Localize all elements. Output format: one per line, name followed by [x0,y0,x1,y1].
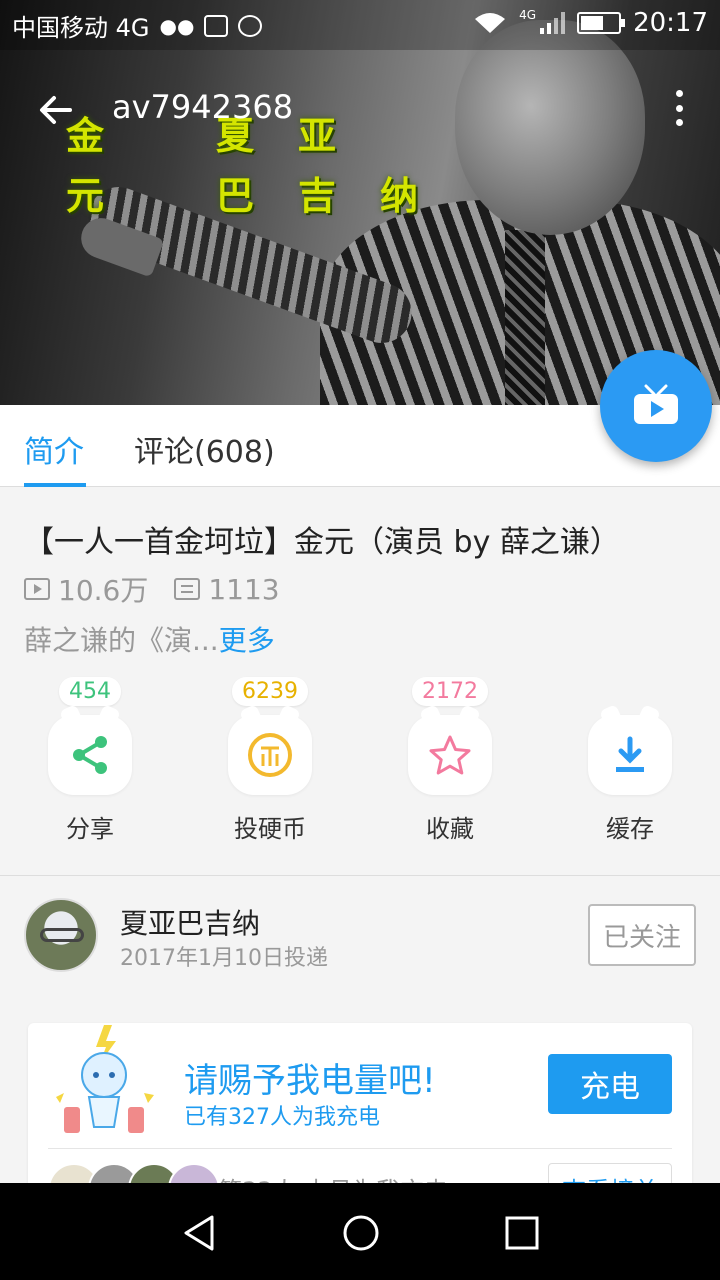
video-av-id: av7942368 [112,88,294,126]
share-action[interactable]: 454 分享 [45,677,135,857]
share-label: 分享 [66,815,114,843]
avatar-glasses [40,928,84,942]
share-count: 454 [59,677,121,706]
nav-recent-apps-icon[interactable] [502,1213,542,1253]
mascot-icon [56,1025,154,1133]
uploader-avatar[interactable] [24,898,98,972]
wifi-icon [475,13,506,33]
system-navigation-bar [0,1183,720,1280]
video-toolbar: av7942368 [0,80,720,140]
uploader-name[interactable]: 夏亚巴吉纳 [120,902,260,942]
signal-icon [540,12,566,34]
favorite-button[interactable] [408,715,492,795]
uploader-section: 夏亚巴吉纳 2017年1月10日投递 已关注 [0,875,720,1005]
divider [48,1148,672,1149]
status-bar: 中国移动 4G ●● 4G 20:17 [0,0,720,50]
tab-intro[interactable]: 简介 [24,427,84,471]
cache-label: 缓存 [606,815,654,843]
action-row: 454 分享 6239 投硬币 2172 收藏 缓存 [0,677,720,857]
charge-card: 请赐予我电量吧! 已有327人为我充电 充电 第33人 本月为我充电 查看榜单 [28,1023,692,1203]
share-icon [73,736,107,774]
video-stats: 10.6万 1113 [24,569,280,609]
video-info: 【一人一首金坷垃】金元（演员 by 薛之谦） 10.6万 1113 薛之谦的《演… [0,487,720,875]
cache-button[interactable] [588,715,672,795]
danmaku-icon [174,578,201,600]
favorite-action[interactable]: 2172 收藏 [405,677,495,857]
share-button[interactable] [48,715,132,795]
favorite-count: 2172 [412,677,488,706]
danmaku-count: 1113 [208,572,280,606]
coin-count: 6239 [232,677,308,706]
tab-comments[interactable]: 评论(608) [134,427,275,471]
gallery-icon [204,14,229,37]
blocked-icon [238,14,263,37]
download-icon [616,736,644,772]
view-count: 10.6万 [58,574,149,607]
carrier-label: 中国移动 4G [12,14,150,42]
description-text: 薛之谦的《演... [24,624,219,657]
clock: 20:17 [633,8,708,38]
more-link[interactable]: 更多 [219,624,275,657]
favorite-label: 收藏 [426,815,474,843]
back-arrow-icon[interactable] [34,88,78,132]
video-description: 薛之谦的《演...更多 [24,619,275,659]
wechat-icon: ●● [159,13,195,38]
more-options-icon[interactable] [674,90,684,126]
coin-action[interactable]: 6239 投硬币 [225,677,315,857]
overlay-char: 纳 [380,174,419,218]
network-badge: 4G [519,8,537,22]
battery-icon [577,12,626,34]
video-player[interactable]: 金 元 夏 巴 亚 吉 纳 中国移动 4G ●● 4G 20:17 av7942… [0,0,720,405]
tv-play-icon [634,384,678,424]
star-icon [429,735,471,775]
charge-title: 请赐予我电量吧! [184,1061,436,1101]
coin-button[interactable] [228,715,312,795]
video-title: 【一人一首金坷垃】金元（演员 by 薛之谦） [24,525,620,560]
overlay-char: 元 [66,174,105,218]
play-tv-button[interactable] [600,350,712,462]
overlay-char: 巴 [216,174,255,218]
video-frame-tie [505,230,545,405]
charge-subtitle: 已有327人为我充电 [184,1105,380,1130]
upload-date: 2017年1月10日投递 [120,946,328,971]
coin-icon [248,733,292,777]
play-count-icon [24,578,50,600]
nav-back-icon[interactable] [180,1213,220,1253]
coin-label: 投硬币 [234,815,306,843]
overlay-char: 吉 [298,174,337,218]
follow-button[interactable]: 已关注 [588,904,696,966]
charge-button[interactable]: 充电 [548,1054,672,1114]
nav-home-icon[interactable] [341,1213,381,1253]
cache-action[interactable]: 缓存 [585,677,675,857]
